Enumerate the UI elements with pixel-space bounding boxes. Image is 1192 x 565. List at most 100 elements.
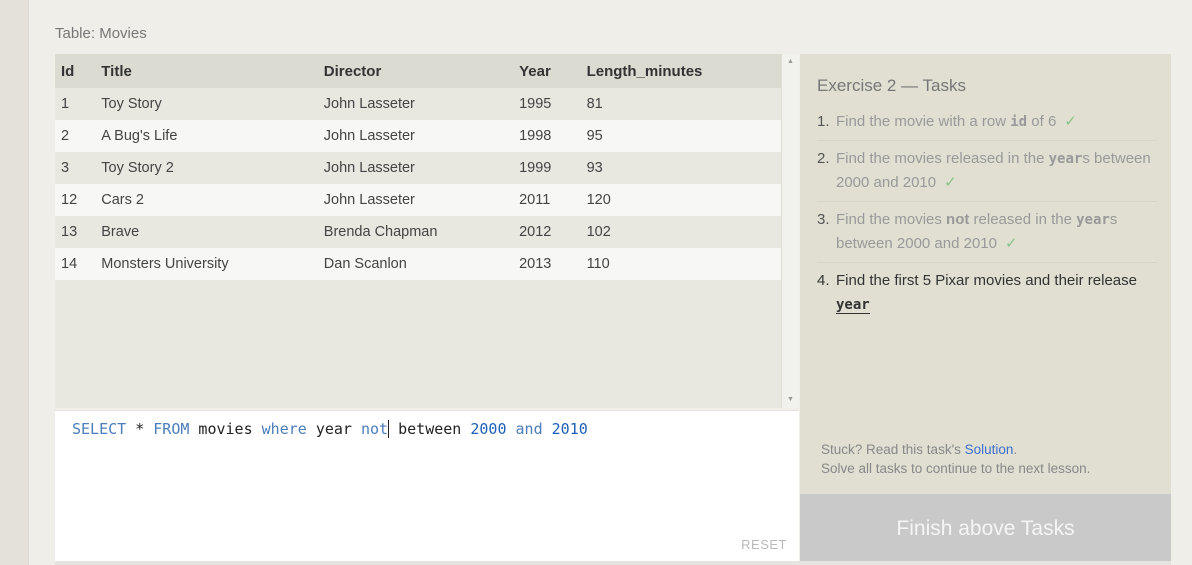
cell-title: Cars 2 <box>95 184 318 216</box>
tasks-panel: Exercise 2 — Tasks 1. Find the movie with… <box>800 54 1171 494</box>
column-header-title: Title <box>95 54 318 88</box>
cell-director: John Lasseter <box>317 152 514 184</box>
code-keyword: year <box>1048 151 1083 167</box>
scroll-up-arrow-icon[interactable]: ▲ <box>782 54 799 70</box>
cell-director: Brenda Chapman <box>317 216 514 248</box>
task-number: 4. <box>817 272 830 289</box>
code-keyword: year <box>836 297 870 314</box>
task-number: 3. <box>817 211 830 228</box>
task-text: Find the movie with a row id of 6 ✓ <box>836 110 1077 134</box>
sql-token: year <box>306 420 361 438</box>
cell-director: John Lasseter <box>317 120 514 152</box>
task-text-part: not <box>946 211 970 228</box>
table-caption: Table: Movies <box>55 25 147 42</box>
reset-button[interactable]: RESET <box>741 537 787 552</box>
table-row: 14 Monsters University Dan Scanlon 2013 110 <box>55 248 782 280</box>
results-table-panel: Id Title Director Year Length_minutes 1 Toy S… <box>55 54 799 408</box>
cell-id: 14 <box>55 248 96 280</box>
sql-token: SELECT <box>72 420 127 438</box>
sql-editor[interactable]: SELECT * FROM movies where year not betw… <box>55 410 799 562</box>
cell-title: A Bug's Life <box>95 120 318 152</box>
cell-id: 1 <box>55 88 96 120</box>
movies-table: Id Title Director Year Length_minutes 1 Toy S… <box>55 54 782 280</box>
task-text: Find the movies released in the years be… <box>836 147 1157 195</box>
sql-token: and <box>515 420 543 438</box>
table-row: 2A Bug's Life John Lasseter 1998 95 <box>55 120 782 152</box>
solution-link[interactable]: Solution <box>965 442 1014 457</box>
code-keyword: id <box>1010 114 1028 130</box>
sql-token: movies <box>189 420 262 438</box>
sql-token: between <box>389 420 471 438</box>
cell-title: Brave <box>95 216 318 248</box>
cell-length_minutes: 95 <box>580 120 782 152</box>
table-row: 3 Toy Story 2 John Lasseter 1999 93 <box>55 152 782 184</box>
stuck-note: Stuck? Read this task's Solution. Solve … <box>821 440 1090 478</box>
table-header-row: Id Title Director Year Length_minutes <box>55 54 782 88</box>
results-scrollbar[interactable]: ▲ ▼ <box>781 54 799 408</box>
task-text-part: Find the first 5 Pixar movies and their … <box>836 272 1137 289</box>
checkmark-icon: ✓ <box>1064 113 1077 130</box>
cell-length_minutes: 102 <box>580 216 782 248</box>
task-number: 2. <box>817 150 830 167</box>
cell-length_minutes: 110 <box>580 248 782 280</box>
cell-year: 2012 <box>513 216 581 248</box>
continue-note: Solve all tasks to continue to the next … <box>821 461 1091 476</box>
column-header-year: Year <box>513 54 581 88</box>
cell-year: 2011 <box>513 184 581 216</box>
cell-director: John Lasseter <box>317 184 514 216</box>
sql-token: 2000 <box>470 420 507 438</box>
task-item-1: 1. Find the movie with a row id of 6 ✓ <box>817 109 1157 141</box>
bottom-strip <box>55 561 1171 565</box>
cell-title: Toy Story <box>95 88 318 120</box>
cell-id: 12 <box>55 184 96 216</box>
cell-year: 1999 <box>513 152 581 184</box>
task-number: 1. <box>817 113 830 130</box>
scroll-down-arrow-icon[interactable]: ▼ <box>782 392 799 408</box>
cell-length_minutes: 93 <box>580 152 782 184</box>
cell-length_minutes: 81 <box>580 88 782 120</box>
left-gutter <box>0 0 29 565</box>
table-row: 12 Cars 2 John Lasseter 2011 120 <box>55 184 782 216</box>
cell-id: 3 <box>55 152 96 184</box>
task-list: 1. Find the movie with a row id of 6 ✓ 2. Fi… <box>817 109 1157 328</box>
cell-year: 1998 <box>513 120 581 152</box>
column-header-id: Id <box>55 54 96 88</box>
cell-title: Toy Story 2 <box>95 152 318 184</box>
cell-year: 2013 <box>513 248 581 280</box>
cell-length_minutes: 120 <box>580 184 782 216</box>
task-item-2: 2. Find the movies released in the years … <box>817 146 1157 202</box>
cell-id: 2 <box>55 120 96 152</box>
task-text: Find the movies not released in the year… <box>836 208 1157 256</box>
column-header-director: Director <box>317 54 514 88</box>
sql-query-text[interactable]: SELECT * FROM movies where year not betw… <box>72 420 588 438</box>
sql-token: not <box>361 420 389 438</box>
stuck-prefix: Stuck? Read this task's <box>821 442 965 457</box>
cell-id: 13 <box>55 216 96 248</box>
checkmark-icon: ✓ <box>1004 235 1018 252</box>
code-keyword: year <box>1076 212 1110 228</box>
sql-token: 2010 <box>551 420 588 438</box>
checkmark-icon: ✓ <box>944 174 957 191</box>
sql-token: * <box>126 420 154 438</box>
table-row: 13 Brave Brenda Chapman 2012 102 <box>55 216 782 248</box>
cell-director: Dan Scanlon <box>317 248 514 280</box>
task-text-part: Find the movies released in the <box>836 150 1049 167</box>
task-text-part: Find the movie with a row <box>836 113 1011 130</box>
cell-year: 1995 <box>513 88 581 120</box>
finish-tasks-button[interactable]: Finish above Tasks <box>800 494 1171 561</box>
cell-title: Monsters University <box>95 248 318 280</box>
task-text-part: of 6 <box>1027 113 1057 130</box>
sql-token: FROM <box>153 420 190 438</box>
stuck-suffix: . <box>1013 442 1018 457</box>
task-item-4: 4. Find the first 5 Pixar movies and thei… <box>817 268 1157 323</box>
table-row: 1 Toy Story John Lasseter 1995 81 <box>55 88 782 120</box>
task-text-part: Find the movies <box>836 211 947 228</box>
cell-director: John Lasseter <box>317 88 514 120</box>
column-header-length_minutes: Length_minutes <box>580 54 782 88</box>
tasks-title: Exercise 2 — Tasks <box>817 76 966 95</box>
task-item-3: 3. Find the movies not released in the ye… <box>817 207 1157 263</box>
task-text: Find the first 5 Pixar movies and their … <box>836 269 1157 317</box>
task-text-part: released in the <box>969 211 1077 228</box>
